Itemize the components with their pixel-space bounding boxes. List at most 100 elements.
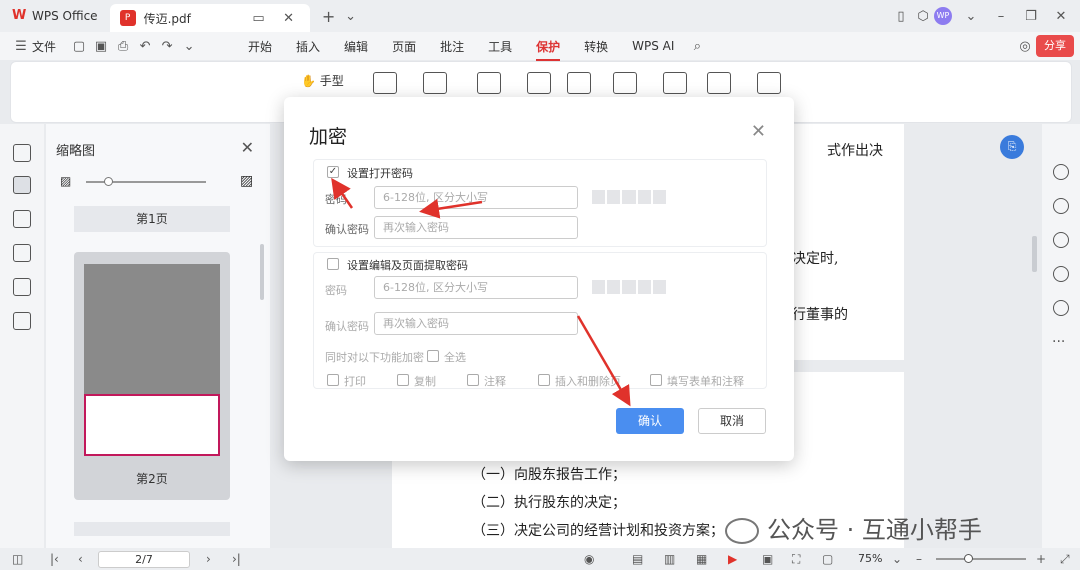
tab-list-chevron-icon[interactable]: ⌄ — [340, 9, 362, 24]
verify-doc-icon[interactable] — [757, 72, 781, 94]
thumbnail-size-slider[interactable] — [86, 177, 206, 186]
avatar[interactable]: WP — [934, 7, 952, 25]
zoom-percentage[interactable]: 75% — [858, 552, 882, 565]
timestamp-icon[interactable] — [567, 72, 591, 94]
zoom-out-icon[interactable]: – — [916, 552, 922, 566]
edit-password-checkbox[interactable] — [327, 258, 339, 270]
menu-page[interactable]: 页面 — [380, 38, 428, 55]
permission-doc-icon[interactable] — [423, 72, 447, 94]
more-icon[interactable]: ··· — [1052, 334, 1065, 350]
minimize-icon[interactable]: – — [990, 9, 1012, 24]
menu-hamburger-icon[interactable]: ☰ — [10, 39, 32, 54]
settings-sliders-icon[interactable] — [1053, 232, 1069, 248]
large-image-icon[interactable]: ▨ — [240, 173, 253, 189]
menu-edit[interactable]: 编辑 — [332, 38, 380, 55]
zoom-slider[interactable] — [936, 554, 1026, 563]
sidebar-toggle-icon[interactable]: ◫ — [12, 552, 23, 566]
two-page-icon[interactable]: ▦ — [696, 552, 707, 566]
continuous-page-icon[interactable]: ▥ — [664, 552, 675, 566]
small-image-icon[interactable]: ▨ — [60, 174, 71, 188]
actual-size-icon[interactable]: ▢ — [822, 552, 833, 566]
dropdown-icon[interactable]: ⌄ — [960, 9, 982, 24]
close-icon[interactable]: ✕ — [751, 121, 766, 142]
reading-mode-icon[interactable] — [1053, 266, 1069, 282]
close-icon[interactable]: ✕ — [241, 138, 254, 157]
menu-insert[interactable]: 插入 — [284, 38, 332, 55]
undo-icon[interactable]: ↶ — [134, 39, 156, 54]
text-sign-icon[interactable] — [707, 72, 731, 94]
bookmark-icon[interactable] — [13, 144, 31, 162]
app-home-tab[interactable]: W WPS Office — [0, 0, 110, 32]
menu-tools[interactable]: 工具 — [476, 38, 524, 55]
eye-protection-icon[interactable]: ◉ — [584, 552, 594, 566]
thumbnail-scrollbar[interactable] — [260, 244, 264, 300]
zoom-slider-knob[interactable] — [963, 554, 973, 563]
single-page-icon[interactable]: ▤ — [632, 552, 643, 566]
hand-tool-button[interactable]: ✋ 手型 — [301, 72, 344, 89]
menu-home[interactable]: 开始 — [236, 38, 284, 55]
edit-confirm-password-input[interactable]: 再次输入密码 — [374, 312, 578, 335]
slider-knob[interactable] — [104, 177, 113, 186]
cube-icon[interactable]: ⬡ — [912, 9, 934, 24]
thumbnail-icon[interactable] — [13, 176, 31, 194]
zoom-in-icon[interactable]: + — [1036, 552, 1046, 566]
close-tab-icon[interactable]: ✕ — [278, 11, 300, 26]
comment-bubble-icon[interactable]: ◎ — [1014, 39, 1036, 54]
play-icon[interactable]: ▶ — [728, 552, 737, 566]
print-checkbox[interactable] — [327, 374, 339, 386]
restore-icon[interactable]: ❐ — [1020, 9, 1042, 24]
pen-sign-icon[interactable] — [663, 72, 687, 94]
prev-page-icon[interactable]: ‹ — [78, 552, 83, 566]
certificate-icon[interactable] — [613, 72, 637, 94]
new-tab-icon[interactable]: + — [318, 7, 340, 26]
fit-page-icon[interactable]: ▣ — [762, 552, 773, 566]
signature-icon[interactable] — [13, 278, 31, 296]
document-tab[interactable]: P 传迈.pdf ▭ ✕ — [109, 4, 310, 32]
tab-window-icon[interactable]: ▭ — [248, 11, 270, 26]
fit-width-icon[interactable]: ⛶ — [792, 552, 800, 567]
page-3-thumbnail[interactable] — [74, 522, 230, 536]
redact-doc-icon[interactable] — [527, 72, 551, 94]
floating-assistant-button[interactable]: ⎘ — [1000, 135, 1024, 159]
last-page-icon[interactable]: ›| — [232, 552, 241, 566]
menu-comment[interactable]: 批注 — [428, 38, 476, 55]
open-password-checkbox[interactable]: ✓ — [327, 166, 339, 178]
copy-checkbox[interactable] — [397, 374, 409, 386]
menu-protect[interactable]: 保护 — [524, 38, 572, 61]
page-2-thumbnail[interactable]: 第2页 — [74, 252, 230, 500]
layout-icon[interactable]: ▯ — [890, 9, 912, 24]
help-icon[interactable] — [1053, 300, 1069, 316]
next-page-icon[interactable]: › — [206, 552, 211, 566]
edit-password-input[interactable]: 6-128位, 区分大小写 — [374, 276, 578, 299]
more-chevron-icon[interactable]: ⌄ — [178, 39, 200, 54]
page-number-input[interactable]: 2/7 — [98, 551, 190, 568]
document-scrollbar[interactable] — [1032, 236, 1037, 272]
attachment-icon[interactable] — [13, 244, 31, 262]
confirm-button[interactable]: 确认 — [616, 408, 684, 434]
layers-icon[interactable] — [13, 312, 31, 330]
zoom-dropdown-icon[interactable]: ⌄ — [892, 552, 902, 566]
cancel-button[interactable]: 取消 — [698, 408, 766, 434]
open-password-input[interactable]: 6-128位, 区分大小写 — [374, 186, 578, 209]
redo-icon[interactable]: ↷ — [156, 39, 178, 54]
search-icon[interactable] — [1053, 164, 1069, 180]
translate-icon[interactable] — [1053, 198, 1069, 214]
file-menu[interactable]: 文件 — [32, 38, 56, 55]
fill-form-checkbox[interactable] — [650, 374, 662, 386]
open-confirm-password-input[interactable]: 再次输入密码 — [374, 216, 578, 239]
menu-convert[interactable]: 转换 — [572, 38, 620, 55]
insert-delete-checkbox[interactable] — [538, 374, 550, 386]
sign-doc-icon[interactable] — [477, 72, 501, 94]
fullscreen-icon[interactable]: ⤢ — [1060, 552, 1070, 567]
close-window-icon[interactable]: ✕ — [1050, 9, 1072, 24]
share-button[interactable]: 分享 — [1036, 35, 1074, 57]
annotate-checkbox[interactable] — [467, 374, 479, 386]
save-icon[interactable]: ▣ — [90, 39, 112, 54]
menu-wps-ai[interactable]: WPS AI — [620, 39, 686, 53]
comment-icon[interactable] — [13, 210, 31, 228]
print-icon[interactable]: ⎙ — [112, 39, 134, 54]
encrypt-doc-icon[interactable] — [373, 72, 397, 94]
page-1-thumbnail[interactable]: 第1页 — [74, 206, 230, 232]
search-icon[interactable]: ⌕ — [686, 39, 708, 54]
open-folder-icon[interactable]: ▢ — [68, 39, 90, 54]
